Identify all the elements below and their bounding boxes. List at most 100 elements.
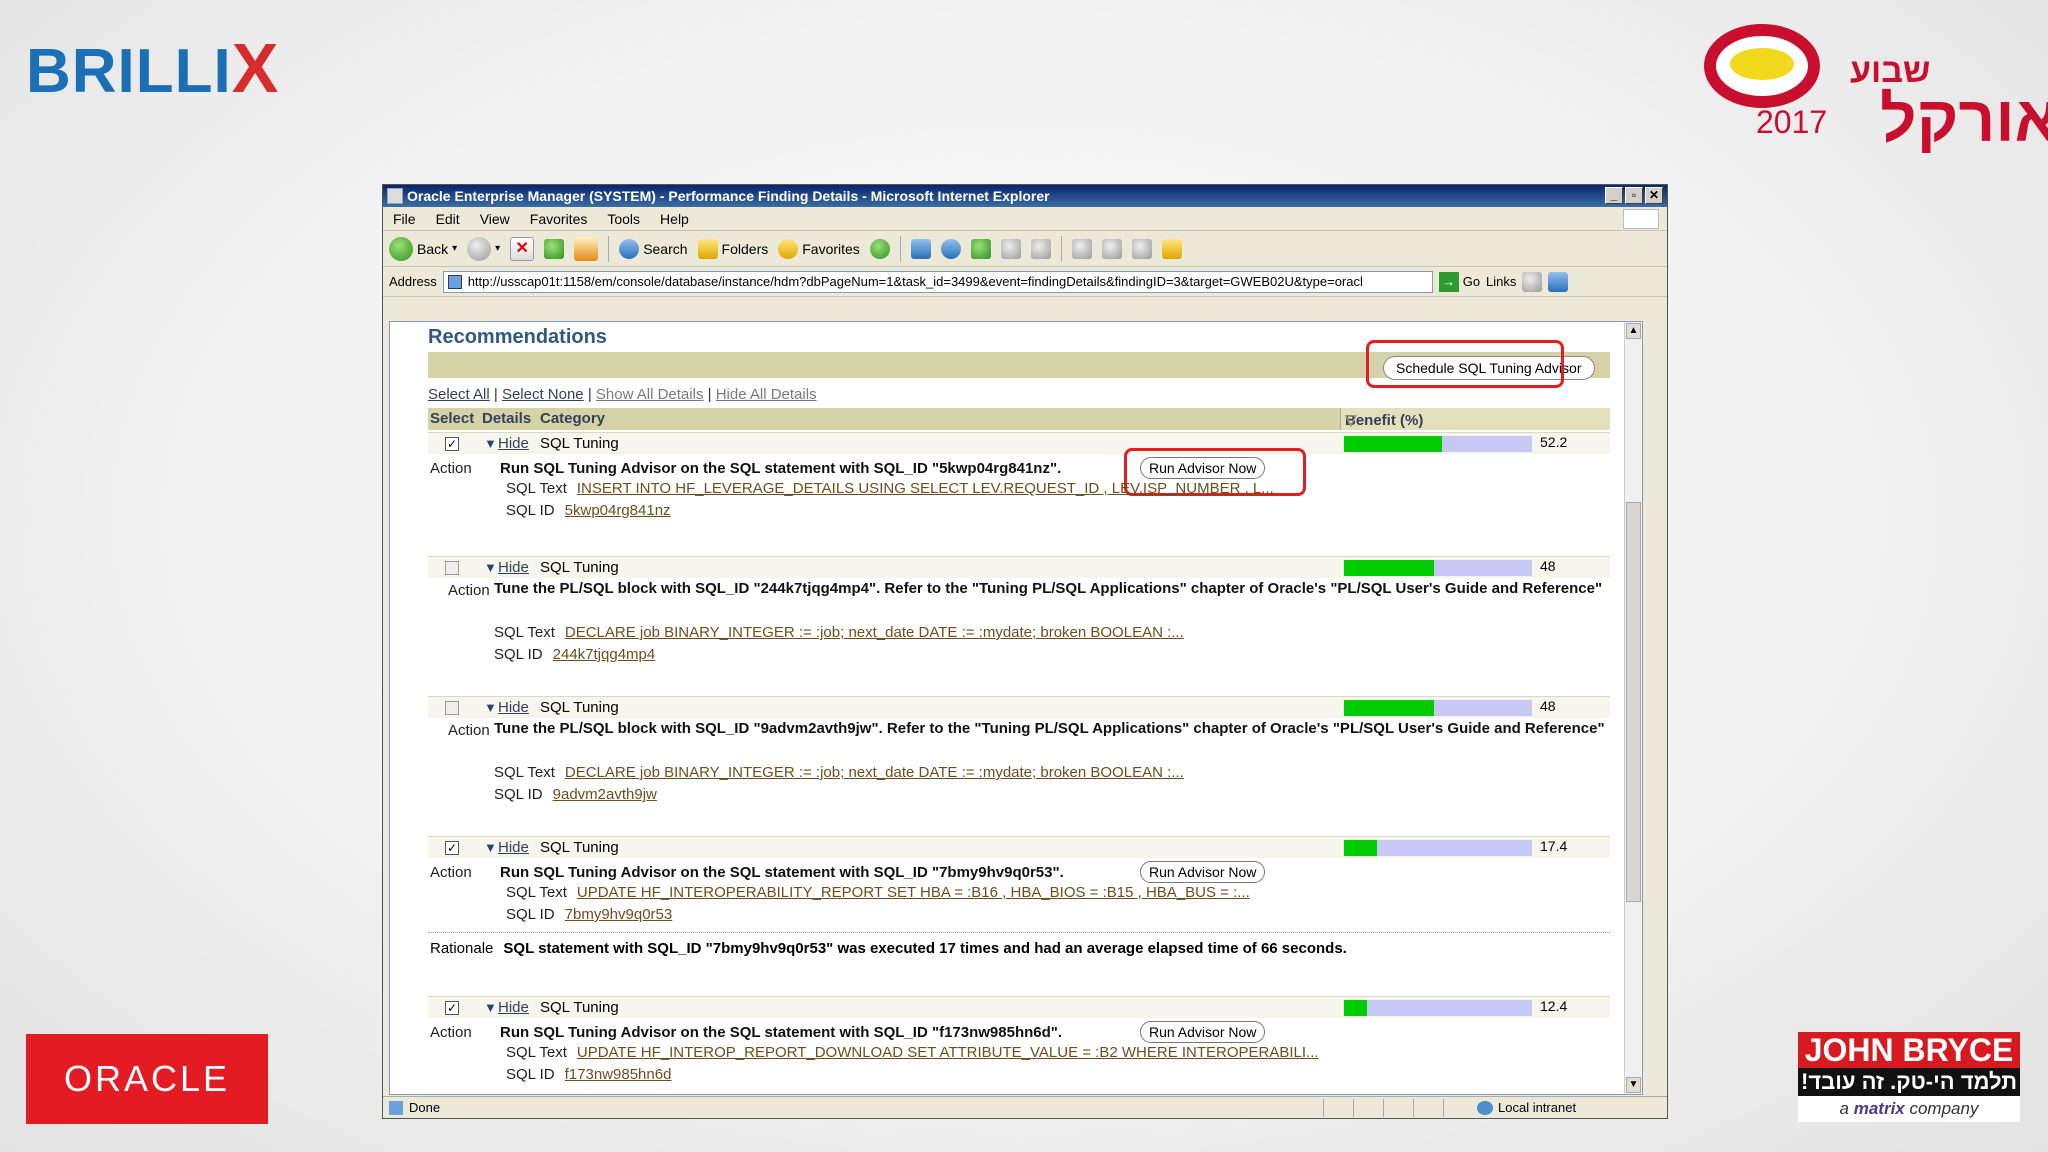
scroll-down-icon[interactable]: ▼	[1626, 1077, 1641, 1093]
menu-help[interactable]: Help	[660, 211, 689, 227]
links-button[interactable]: Links	[1486, 274, 1516, 289]
go-arrow-icon: →	[1438, 271, 1459, 292]
search-icon	[619, 238, 640, 259]
copy-icon[interactable]	[1101, 238, 1122, 259]
messenger-icon[interactable]	[1548, 271, 1569, 292]
run-advisor-now-button[interactable]: Run Advisor Now	[1140, 861, 1266, 883]
media-icon[interactable]	[910, 238, 931, 259]
address-input[interactable]: http://usscap01t:1158/em/console/databas…	[442, 270, 1433, 293]
benefit-bar	[1344, 560, 1532, 576]
address-url: http://usscap01t:1158/em/console/databas…	[467, 273, 1363, 289]
collapse-triangle-icon[interactable]: ▼	[484, 700, 497, 715]
collapse-triangle-icon[interactable]: ▼	[484, 436, 497, 451]
run-advisor-now-button[interactable]: Run Advisor Now	[1140, 1021, 1266, 1043]
font-size-icon[interactable]	[970, 238, 991, 259]
edit-icon[interactable]	[1030, 238, 1051, 259]
sql-id-row: SQL ID f173nw985hn6d	[506, 1066, 672, 1083]
address-bar: Address http://usscap01t:1158/em/console…	[383, 267, 1667, 297]
paste-icon[interactable]	[1131, 238, 1152, 259]
sql-text-row: SQL Text DECLARE job BINARY_INTEGER := :j…	[494, 764, 1184, 781]
collapse-triangle-icon[interactable]: ▼	[484, 840, 497, 855]
close-button[interactable]: ✕	[1645, 187, 1663, 204]
select-checkbox[interactable]: ✓	[445, 437, 459, 451]
select-checkbox[interactable]	[445, 701, 459, 715]
hide-details-link[interactable]: Hide	[498, 999, 529, 1016]
menu-view[interactable]: View	[480, 211, 510, 227]
hide-details-link[interactable]: Hide	[498, 435, 529, 452]
benefit-bar	[1344, 700, 1532, 716]
menu-edit[interactable]: Edit	[436, 211, 460, 227]
folders-button[interactable]: Folders	[697, 238, 768, 259]
select-checkbox[interactable]: ✓	[445, 1001, 459, 1015]
back-button[interactable]: Back ▾	[389, 236, 457, 261]
sql-id-link[interactable]: 244k7tjqg4mp4	[553, 646, 656, 663]
recommendation-item: ▼ Hide SQL Tuning 48 Action Tune the PL/…	[428, 556, 1610, 686]
translate-icon[interactable]	[1161, 238, 1182, 259]
sql-text-row: SQL Text UPDATE HF_INTEROP_REPORT_DOWNLOA…	[506, 1044, 1319, 1061]
window-titlebar[interactable]: Oracle Enterprise Manager (SYSTEM) - Per…	[383, 185, 1667, 207]
col-select: Select	[430, 410, 475, 427]
select-checkbox[interactable]: ✓	[445, 841, 459, 855]
history-icon[interactable]	[869, 238, 890, 259]
benefit-value: 17.4	[1540, 838, 1568, 854]
refresh-icon[interactable]	[544, 238, 565, 259]
hide-all-details-link[interactable]: Hide All Details	[716, 386, 817, 403]
cut-icon[interactable]	[1071, 238, 1092, 259]
menu-tools[interactable]: Tools	[607, 211, 640, 227]
collapse-triangle-icon[interactable]: ▼	[484, 1000, 497, 1015]
recommendation-item: ✓ ▼ Hide SQL Tuning 17.4 Action Run SQL …	[428, 836, 1610, 986]
browser-window: Oracle Enterprise Manager (SYSTEM) - Per…	[382, 184, 1668, 1119]
page-icon	[447, 274, 462, 289]
scroll-thumb[interactable]	[1626, 502, 1641, 902]
stop-icon[interactable]: ✕	[510, 236, 535, 261]
sql-id-link[interactable]: 7bmy9hv9q0r53	[565, 906, 673, 923]
oracle-week-logo: שבוע אורקל 2017	[1700, 20, 2048, 155]
home-icon[interactable]	[574, 236, 599, 261]
john-bryce-logo: JOHN BRYCE תלמד הי-טק. זה עובד! a matrix…	[1798, 1032, 2020, 1124]
table-header: Select Details Category Benefit (%) ▽	[428, 408, 1610, 430]
show-all-details-link[interactable]: Show All Details	[596, 386, 704, 403]
ie-app-icon	[387, 188, 403, 204]
benefit-value: 52.2	[1540, 434, 1568, 450]
toolbar-separator	[608, 235, 610, 262]
sql-text-link[interactable]: UPDATE HF_INTEROP_REPORT_DOWNLOAD SET AT…	[577, 1044, 1319, 1061]
select-all-link[interactable]: Select All	[428, 386, 490, 403]
sql-id-link[interactable]: f173nw985hn6d	[565, 1066, 672, 1083]
minimize-button[interactable]: _	[1605, 187, 1623, 204]
maximize-button[interactable]: ▫	[1625, 187, 1643, 204]
sql-text-link[interactable]: DECLARE job BINARY_INTEGER := :job; next…	[565, 764, 1184, 781]
addon-icon[interactable]	[1522, 271, 1543, 292]
hide-details-link[interactable]: Hide	[498, 559, 529, 576]
benefit-value: 48	[1540, 558, 1556, 574]
print-icon[interactable]	[1000, 238, 1021, 259]
brillix-logo: BRILLIX	[26, 29, 280, 107]
scroll-up-icon[interactable]: ▲	[1626, 323, 1641, 339]
sql-id-link[interactable]: 5kwp04rg841nz	[565, 502, 671, 519]
rationale-text: SQL statement with SQL_ID "7bmy9hv9q0r53…	[503, 940, 1347, 957]
hide-details-link[interactable]: Hide	[498, 699, 529, 716]
sql-text-link[interactable]: UPDATE HF_INTEROPERABILITY_REPORT SET HB…	[577, 884, 1250, 901]
page-status-icon	[389, 1101, 403, 1115]
windows-flag-icon	[1623, 209, 1659, 229]
menu-favorites[interactable]: Favorites	[530, 211, 588, 227]
vertical-scrollbar[interactable]: ▲ ▼	[1624, 322, 1642, 1094]
forward-button[interactable]: ▾	[467, 236, 500, 261]
select-checkbox[interactable]	[445, 561, 459, 575]
benefit-value: 48	[1540, 698, 1556, 714]
hide-details-link[interactable]: Hide	[498, 839, 529, 856]
sql-text-link[interactable]: INSERT INTO HF_LEVERAGE_DETAILS USING SE…	[577, 480, 1274, 497]
collapse-triangle-icon[interactable]: ▼	[484, 560, 497, 575]
select-none-link[interactable]: Select None	[502, 386, 584, 403]
col-benefit[interactable]: Benefit (%) ▽	[1340, 408, 1610, 430]
go-button[interactable]: → Go	[1438, 271, 1480, 292]
menu-file[interactable]: File	[393, 211, 416, 227]
sql-id-link[interactable]: 9advm2avth9jw	[553, 786, 657, 803]
sql-text-link[interactable]: DECLARE job BINARY_INTEGER := :job; next…	[565, 624, 1184, 641]
search-button[interactable]: Search	[619, 238, 688, 259]
col-details: Details	[482, 410, 532, 427]
action-label: Action	[430, 1024, 472, 1041]
favorites-button[interactable]: Favorites	[778, 238, 860, 259]
mail-icon[interactable]	[940, 238, 961, 259]
sql-id-row: SQL ID 9advm2avth9jw	[494, 786, 657, 803]
sql-text-row: SQL Text DECLARE job BINARY_INTEGER := :j…	[494, 624, 1184, 641]
